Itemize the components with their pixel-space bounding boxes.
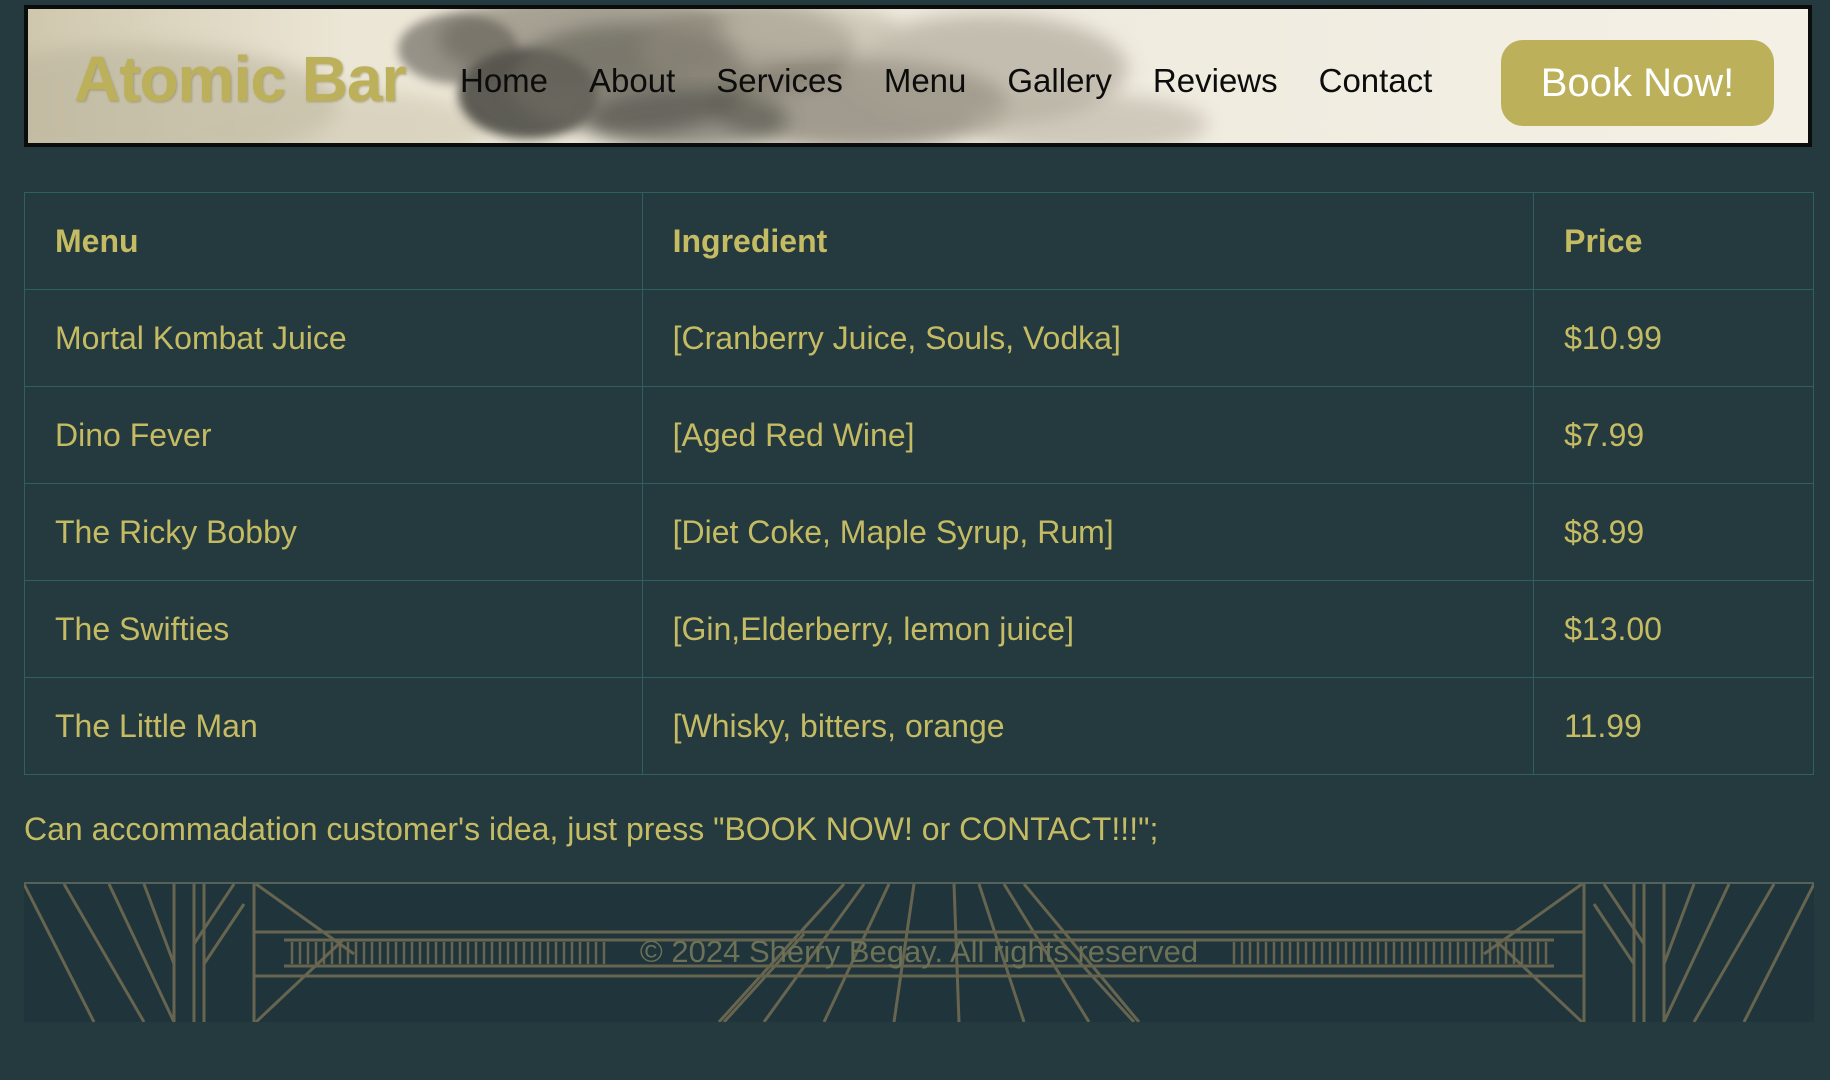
nav-contact-link[interactable]: Contact	[1319, 64, 1433, 97]
nav-menu-link[interactable]: Menu	[884, 64, 967, 97]
drink-name-cell: The Little Man	[24, 677, 643, 775]
nav-gallery-link[interactable]: Gallery	[1007, 64, 1112, 97]
site-header: Atomic Bar Home About Services Menu Gall…	[24, 5, 1812, 147]
footer-copyright: © 2024 Sherry Begay. All rights reserved	[639, 934, 1199, 969]
book-now-button[interactable]: Book Now!	[1501, 40, 1774, 126]
ingredient-cell: [Aged Red Wine]	[641, 386, 1535, 484]
main-nav: Home About Services Menu Gallery Reviews…	[460, 64, 1473, 97]
price-cell: $7.99	[1533, 386, 1814, 484]
drink-name-cell: The Ricky Bobby	[24, 483, 643, 581]
site-footer: © 2024 Sherry Begay. All rights reserved	[24, 882, 1814, 1022]
nav-reviews-link[interactable]: Reviews	[1153, 64, 1278, 97]
custom-order-note: Can accommadation customer's idea, just …	[24, 811, 1159, 847]
table-row: Mortal Kombat Juice [Cranberry Juice, So…	[24, 289, 1814, 387]
ingredient-cell: [Diet Coke, Maple Syrup, Rum]	[641, 483, 1535, 581]
nav-home-link[interactable]: Home	[460, 64, 548, 97]
table-row: The Swifties [Gin,Elderberry, lemon juic…	[24, 580, 1814, 678]
table-row: Dino Fever [Aged Red Wine] $7.99	[24, 386, 1814, 484]
nav-services-link[interactable]: Services	[716, 64, 843, 97]
price-cell: 11.99	[1533, 677, 1814, 775]
price-cell: $10.99	[1533, 289, 1814, 387]
price-cell: $13.00	[1533, 580, 1814, 678]
drink-menu-table: Menu Ingredient Price Mortal Kombat Juic…	[24, 192, 1814, 775]
ingredient-cell: [Whisky, bitters, orange	[641, 677, 1535, 775]
nav-about-link[interactable]: About	[589, 64, 675, 97]
brand-logo[interactable]: Atomic Bar	[74, 47, 406, 111]
column-header-menu: Menu	[24, 192, 643, 290]
drink-name-cell: The Swifties	[24, 580, 643, 678]
column-header-ingredient: Ingredient	[641, 192, 1535, 290]
table-header-row: Menu Ingredient Price	[24, 192, 1814, 290]
ingredient-cell: [Cranberry Juice, Souls, Vodka]	[641, 289, 1535, 387]
price-cell: $8.99	[1533, 483, 1814, 581]
drink-name-cell: Mortal Kombat Juice	[24, 289, 643, 387]
ingredient-cell: [Gin,Elderberry, lemon juice]	[641, 580, 1535, 678]
table-row: The Little Man [Whisky, bitters, orange …	[24, 677, 1814, 775]
drink-name-cell: Dino Fever	[24, 386, 643, 484]
column-header-price: Price	[1533, 192, 1814, 290]
table-row: The Ricky Bobby [Diet Coke, Maple Syrup,…	[24, 483, 1814, 581]
